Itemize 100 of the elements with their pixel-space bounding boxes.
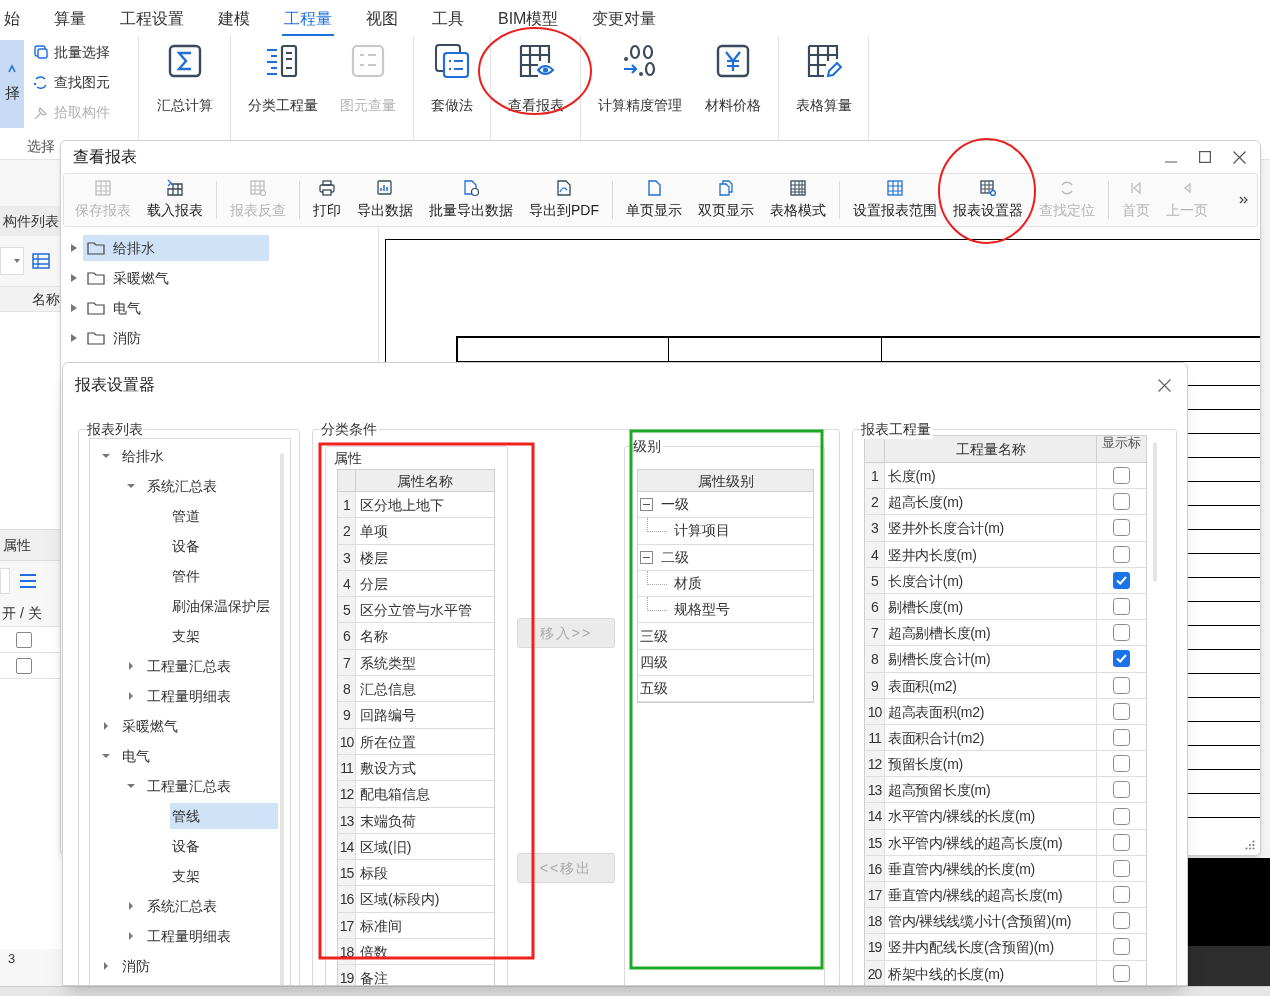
select-button[interactable]: 择	[0, 40, 24, 128]
expand-caret-icon[interactable]	[127, 932, 135, 940]
toolbar-button[interactable]: 导出到PDF	[521, 175, 607, 225]
ribbon-button[interactable]: 计算精度管理	[592, 36, 688, 116]
expand-caret-icon[interactable]	[71, 274, 77, 282]
collapse-caret-icon[interactable]	[127, 782, 135, 790]
close-icon[interactable]	[1233, 150, 1246, 164]
checkbox[interactable]	[1113, 467, 1130, 485]
collapse-caret-icon[interactable]	[127, 482, 135, 490]
expand-caret-icon[interactable]	[71, 244, 77, 252]
tree-item[interactable]: 给排水	[83, 235, 269, 261]
checkbox[interactable]	[1113, 912, 1130, 930]
toolbar-button[interactable]: 载入报表	[139, 175, 211, 225]
ribbon-button[interactable]: 套做法	[425, 36, 479, 116]
tree-item[interactable]: 工程量汇总表	[145, 653, 233, 679]
row-number: 6	[865, 593, 885, 620]
folder-icon	[87, 271, 105, 285]
ribbon-button[interactable]: 表格算量	[789, 36, 858, 116]
checkbox[interactable]	[1113, 781, 1130, 799]
table-cell-text: 区域(旧)	[359, 837, 413, 857]
tree-item[interactable]: 消防	[83, 325, 269, 351]
ribbon-button[interactable]: 材料价格	[699, 36, 767, 116]
ribbon-small-button[interactable]: 批量选择	[32, 40, 110, 65]
checkbox[interactable]	[16, 657, 32, 674]
tree-item[interactable]: 设备	[170, 533, 202, 559]
expand-caret-icon[interactable]	[71, 334, 77, 342]
checkbox[interactable]	[1113, 676, 1130, 694]
tree-item[interactable]: 电气	[83, 295, 269, 321]
tree-item[interactable]: 系统汇总表	[145, 893, 219, 919]
ribbon-button[interactable]: 分类工程量	[241, 36, 324, 116]
group-label: 属性	[334, 448, 364, 468]
input-field[interactable]	[0, 568, 10, 594]
checkbox[interactable]	[1113, 571, 1130, 589]
expand-caret-icon[interactable]	[127, 692, 135, 700]
expand-caret-icon[interactable]	[102, 962, 110, 970]
checkbox[interactable]	[1113, 886, 1130, 904]
tree-item[interactable]: 工程量汇总表	[145, 773, 233, 799]
tree-item[interactable]: 支架	[170, 623, 202, 649]
toolbar-button[interactable]: 打印	[305, 175, 349, 225]
tree-item[interactable]: 管件	[170, 563, 202, 589]
maximize-icon[interactable]	[1199, 151, 1211, 163]
checkbox[interactable]	[1113, 728, 1130, 746]
toolbar-button[interactable]: 批量导出数据	[421, 175, 521, 225]
table-cell-text: 分层	[359, 574, 389, 594]
expand-caret-icon[interactable]	[127, 902, 135, 910]
checkbox[interactable]	[16, 631, 32, 648]
expand-caret-icon[interactable]	[71, 304, 77, 312]
toolbar-button[interactable]: 表格模式	[762, 175, 834, 225]
checkbox[interactable]	[1113, 519, 1130, 537]
close-icon[interactable]	[1158, 378, 1171, 392]
tree-item[interactable]: 支架	[170, 863, 202, 889]
menu-item[interactable]: 工具	[430, 7, 466, 36]
toolbar-button[interactable]: 单页显示	[618, 175, 690, 225]
checkbox[interactable]	[1113, 964, 1130, 982]
toolbar-button[interactable]: 报表设置器	[945, 175, 1031, 225]
expand-caret-icon[interactable]	[127, 662, 135, 670]
tree-item[interactable]: 刷油保温保护层	[170, 593, 272, 619]
ribbon-button[interactable]: 汇总计算	[150, 36, 219, 116]
toolbar-button[interactable]: 导出数据	[349, 175, 421, 225]
checkbox[interactable]	[1113, 702, 1130, 720]
checkbox[interactable]	[1113, 859, 1130, 877]
tree-item[interactable]: 电气	[120, 743, 152, 769]
menu-item[interactable]: 建模	[216, 7, 252, 36]
collapse-caret-icon[interactable]	[102, 452, 110, 460]
toolbar-button[interactable]: 双页显示	[690, 175, 762, 225]
tree-item[interactable]: 采暖燃气	[83, 265, 269, 291]
collapse-icon[interactable]	[640, 498, 653, 512]
checkbox[interactable]	[1113, 755, 1130, 773]
resize-grip-icon[interactable]	[1245, 840, 1255, 850]
checkbox[interactable]	[1113, 807, 1130, 825]
tree-item[interactable]: 管线	[170, 803, 278, 829]
checkbox[interactable]	[1113, 650, 1130, 668]
tree-item[interactable]: 给排水	[120, 443, 166, 469]
tree-item[interactable]: 采暖燃气	[120, 713, 180, 739]
toolbar-button[interactable]: 设置报表范围	[845, 175, 945, 225]
ribbon-small-button[interactable]: 查找图元	[32, 70, 110, 95]
checkbox[interactable]	[1113, 493, 1130, 511]
checkbox[interactable]	[1113, 833, 1130, 851]
tree-item[interactable]: 消防	[120, 953, 152, 979]
collapse-caret-icon[interactable]	[102, 752, 110, 760]
tree-item[interactable]: 设备	[170, 833, 202, 859]
checkbox[interactable]	[1113, 938, 1130, 956]
tree-item[interactable]: 管道	[170, 503, 202, 529]
checkbox[interactable]	[1113, 545, 1130, 563]
more-icon[interactable]	[1239, 196, 1249, 204]
checkbox[interactable]	[1113, 624, 1130, 642]
dropdown-field[interactable]	[0, 247, 24, 275]
expand-caret-icon[interactable]	[102, 722, 110, 730]
row-number: 1	[338, 492, 356, 518]
tree-item[interactable]: 工程量明细表	[145, 923, 233, 949]
menu-item[interactable]: 变更对量	[590, 7, 659, 36]
checkbox[interactable]	[1113, 598, 1130, 616]
collapse-icon[interactable]	[640, 550, 653, 564]
tree-item[interactable]: 工程量明细表	[145, 683, 233, 709]
menu-item[interactable]: 工程设置	[118, 7, 186, 36]
menu-item[interactable]: 始	[2, 7, 22, 36]
menu-item[interactable]: 算量	[52, 7, 88, 36]
menu-item[interactable]: 视图	[364, 7, 400, 36]
tree-item[interactable]: 系统汇总表	[145, 473, 219, 499]
menu-item[interactable]: BIM模型	[496, 7, 561, 36]
